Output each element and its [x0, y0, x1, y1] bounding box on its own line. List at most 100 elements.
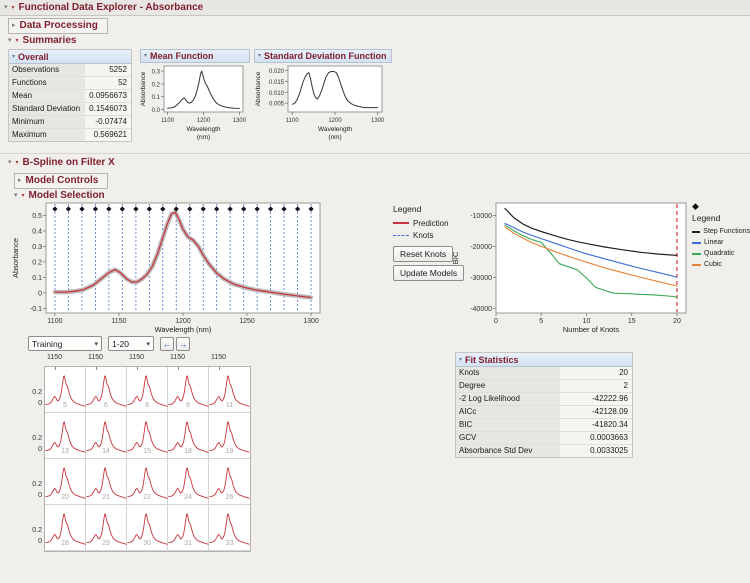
legend-item-quadratic[interactable]: Quadratic — [692, 248, 750, 259]
disclosure-closed-icon[interactable]: ▸ — [18, 177, 22, 184]
mini-plot-cell[interactable]: 5 — [45, 367, 86, 413]
chevron-down-icon: ▾ — [146, 340, 150, 348]
legend-swatch — [692, 263, 701, 266]
svg-text:0.3: 0.3 — [152, 70, 161, 76]
svg-text:-0.1: -0.1 — [30, 306, 42, 313]
svg-text:-30000: -30000 — [470, 275, 492, 282]
legend-swatch — [692, 230, 701, 233]
stat-label: Mean — [9, 90, 85, 102]
mini-plot-cell[interactable]: 18 — [168, 413, 209, 459]
prev-page-button[interactable]: ← — [160, 337, 174, 351]
svg-text:1100: 1100 — [286, 118, 300, 124]
legend-label: Cubic — [704, 261, 722, 268]
model-fit-chart[interactable]: 1100 1150 1200 1250 1300 -0.1 0 0.1 0.2 0.3 0.4 0.5… — [8, 199, 326, 341]
svg-text:0.4: 0.4 — [32, 228, 42, 235]
mini-plot-cell[interactable]: 6 — [86, 367, 127, 413]
section-title: Model Controls — [25, 175, 99, 186]
mean-function-panel: ▾ Mean Function 1100 1200 1300 0.0 0.1 0.2 0.3… — [140, 49, 250, 141]
legend-title: Legend — [692, 213, 721, 223]
column-axis-label: 1150 — [87, 354, 104, 361]
hotspot-menu-icon[interactable]: ▾ — [16, 160, 19, 166]
mini-plot-cell[interactable]: 24 — [168, 459, 209, 505]
section-header-data-processing[interactable]: ▸ Data Processing — [8, 18, 108, 34]
stat-label: AICc — [456, 406, 560, 418]
stat-value: 52 — [85, 77, 131, 89]
svg-text:10: 10 — [583, 318, 591, 325]
stat-value: 0.0956673 — [85, 90, 131, 102]
mini-plot-cell[interactable]: 22 — [127, 459, 168, 505]
svg-text:15: 15 — [628, 318, 636, 325]
mini-plot-cell[interactable]: 29 — [86, 505, 127, 551]
mini-plot-number: 15 — [143, 448, 151, 455]
row-axis-label: 0.2 — [32, 388, 42, 396]
svg-text:-10000: -10000 — [470, 213, 492, 220]
section-header-summaries[interactable]: ▾ ▾ Summaries — [8, 35, 76, 46]
disclosure-open-icon[interactable]: ▾ — [459, 357, 462, 363]
mini-plot-number: 20 — [61, 494, 69, 501]
section-header-bspline[interactable]: ▾ ▾ B-Spline on Filter X — [8, 157, 115, 168]
fit-statistics-panel-header[interactable]: ▾ Fit Statistics — [456, 353, 632, 367]
chevron-down-icon: ▾ — [94, 340, 98, 348]
mini-plot-cell[interactable]: 14 — [86, 413, 127, 459]
svg-text:0: 0 — [38, 290, 42, 297]
mini-plot-cell[interactable]: 21 — [86, 459, 127, 505]
svg-text:(nm): (nm) — [197, 134, 210, 141]
mini-plot-number: 19 — [225, 448, 234, 455]
mean-function-chart: 1100 1200 1300 0.0 0.1 0.2 0.3 Wavelength (nm) Ab… — [140, 63, 250, 141]
reset-knots-button[interactable]: Reset Knots — [393, 246, 454, 262]
disclosure-closed-icon[interactable]: ▸ — [12, 22, 16, 29]
bic-chart[interactable]: 0 5 10 15 20 -10000 -20000 -30000 -40000 Number o… — [448, 199, 698, 341]
svg-text:20: 20 — [673, 318, 681, 325]
mini-plot-cell[interactable]: 13 — [45, 413, 86, 459]
small-multiples-y-labels: 0.2 0 0.2 0 0.2 0 0.2 0 — [22, 366, 42, 550]
svg-text:0.5: 0.5 — [32, 213, 42, 220]
overall-panel: ▾ Overall Observations 5252 Functions 52 Mea… — [8, 49, 132, 142]
mini-plot-cell[interactable]: 30 — [127, 505, 168, 551]
svg-text:0.2: 0.2 — [152, 82, 161, 88]
mini-plot-cell[interactable]: 33 — [209, 505, 250, 551]
disclosure-open-icon[interactable]: ▾ — [14, 192, 18, 199]
legend-item-cubic[interactable]: Cubic — [692, 259, 750, 270]
svg-text:1100: 1100 — [161, 118, 175, 124]
hotspot-menu-icon[interactable]: ▾ — [12, 5, 15, 11]
legend-swatch — [393, 222, 409, 224]
separator — [0, 153, 750, 154]
disclosure-open-icon[interactable]: ▾ — [12, 54, 15, 60]
svg-text:Number of Knots: Number of Knots — [563, 325, 620, 334]
training-select[interactable]: Training ▾ — [28, 336, 102, 351]
std-dev-function-panel-header[interactable]: ▾ Standard Deviation Function — [254, 49, 392, 63]
section-header-model-controls[interactable]: ▸ Model Controls — [14, 173, 109, 189]
mean-function-panel-header[interactable]: ▾ Mean Function — [140, 49, 250, 63]
hotspot-menu-icon[interactable]: ▾ — [16, 38, 19, 44]
disclosure-open-icon[interactable]: ▾ — [8, 159, 12, 166]
mini-plot-cell[interactable]: 28 — [45, 505, 86, 551]
window-title-bar[interactable]: ▾ ▾ Functional Data Explorer - Absorbanc… — [0, 0, 750, 16]
knot-range-select[interactable]: 1-20 ▾ — [108, 336, 154, 351]
disclosure-open-icon[interactable]: ▾ — [8, 37, 12, 44]
mini-plot-cell[interactable]: 9 — [168, 367, 209, 413]
svg-text:0.1: 0.1 — [32, 275, 42, 282]
svg-text:0.010: 0.010 — [269, 91, 285, 97]
disclosure-open-icon[interactable]: ▾ — [258, 53, 261, 59]
mini-plot-cell[interactable]: 8 — [127, 367, 168, 413]
overall-panel-header[interactable]: ▾ Overall — [9, 50, 131, 64]
mini-plot-cell[interactable]: 19 — [209, 413, 250, 459]
legend-item-linear[interactable]: Linear — [692, 237, 750, 248]
svg-text:Wavelength (nm): Wavelength (nm) — [155, 325, 212, 334]
legend-label: Knots — [413, 230, 434, 240]
svg-text:1300: 1300 — [303, 318, 319, 325]
mini-plot-cell[interactable]: 26 — [209, 459, 250, 505]
legend-item-step-functions[interactable]: Step Functions — [692, 226, 750, 237]
mini-plot-cell[interactable]: 31 — [168, 505, 209, 551]
stat-value: 2 — [560, 380, 632, 392]
mini-plot-cell[interactable]: 15 — [127, 413, 168, 459]
mini-plot-number: 22 — [143, 494, 151, 501]
legend-swatch — [692, 252, 701, 255]
disclosure-open-icon[interactable]: ▾ — [144, 53, 147, 59]
hotspot-menu-icon[interactable]: ▾ — [22, 193, 25, 199]
mini-plot-cell[interactable]: 20 — [45, 459, 86, 505]
next-page-button[interactable]: → — [176, 337, 190, 351]
mini-plot-cell[interactable]: 11 — [209, 367, 250, 413]
disclosure-open-icon[interactable]: ▾ — [4, 4, 8, 11]
svg-text:Wavelength: Wavelength — [318, 126, 352, 133]
